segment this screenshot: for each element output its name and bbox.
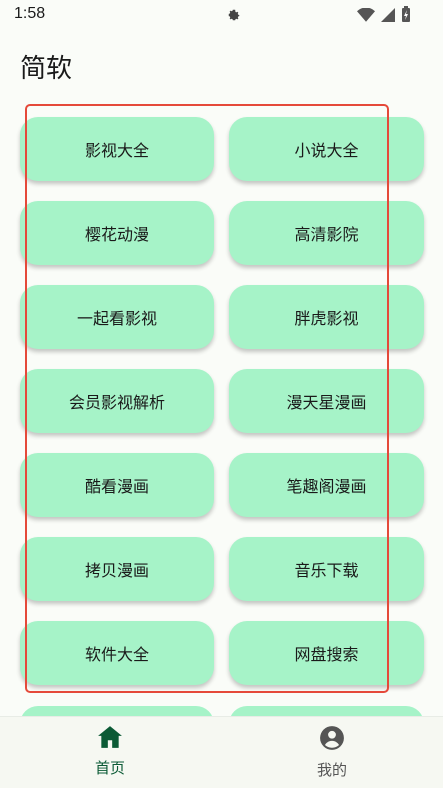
menu-item-xiaoshuo-daquan[interactable]: 小说大全 (229, 117, 424, 181)
battery-charging-icon (401, 6, 411, 26)
wifi-icon (357, 7, 375, 26)
menu-item-yingshi-daquan[interactable]: 影视大全 (20, 117, 214, 181)
status-bar: 1:58 (0, 0, 443, 30)
menu-item-biquge-manhua[interactable]: 笔趣阁漫画 (229, 453, 424, 517)
menu-item-yinghua-dongman[interactable]: 樱花动漫 (20, 201, 214, 265)
menu-item-yinyue-xiazai[interactable]: 音乐下载 (229, 537, 424, 601)
account-circle-icon (319, 725, 345, 755)
page-title: 简软 (20, 54, 73, 84)
menu-item-ruanjian-daquan[interactable]: 软件大全 (20, 621, 214, 685)
nav-mine-label: 我的 (316, 761, 347, 779)
menu-item-yiqikan-yingshi[interactable]: 一起看影视 (20, 285, 214, 349)
menu-item-panghu-yingshi[interactable]: 胖虎影视 (229, 285, 424, 349)
menu-item-gaoqing-yingyuan[interactable]: 高清影院 (229, 201, 424, 265)
home-icon (97, 725, 123, 753)
nav-tab-home[interactable]: 首页 (50, 725, 170, 778)
nav-tab-mine[interactable]: 我的 (272, 725, 392, 780)
menu-item-huiyuan-jiexi[interactable]: 会员影视解析 (20, 369, 214, 433)
menu-item-kukan-manhua[interactable]: 酷看漫画 (20, 453, 214, 517)
menu-item-kaobei-manhua[interactable]: 拷贝漫画 (20, 537, 214, 601)
gear-icon (227, 7, 241, 26)
status-time: 1:58 (14, 5, 46, 22)
menu-item-wangpan-sousuo[interactable]: 网盘搜索 (229, 621, 424, 685)
signal-icon (381, 7, 395, 26)
app-screen: 1:58 简软 影视大全 小说大全 樱花动漫 高清影院 一起看影视 胖虎影视 会… (0, 0, 443, 788)
menu-item-mantianxing-manhua[interactable]: 漫天星漫画 (229, 369, 424, 433)
status-icons (227, 6, 411, 26)
bottom-navigation: 首页 我的 (0, 716, 443, 788)
nav-home-label: 首页 (94, 759, 125, 777)
